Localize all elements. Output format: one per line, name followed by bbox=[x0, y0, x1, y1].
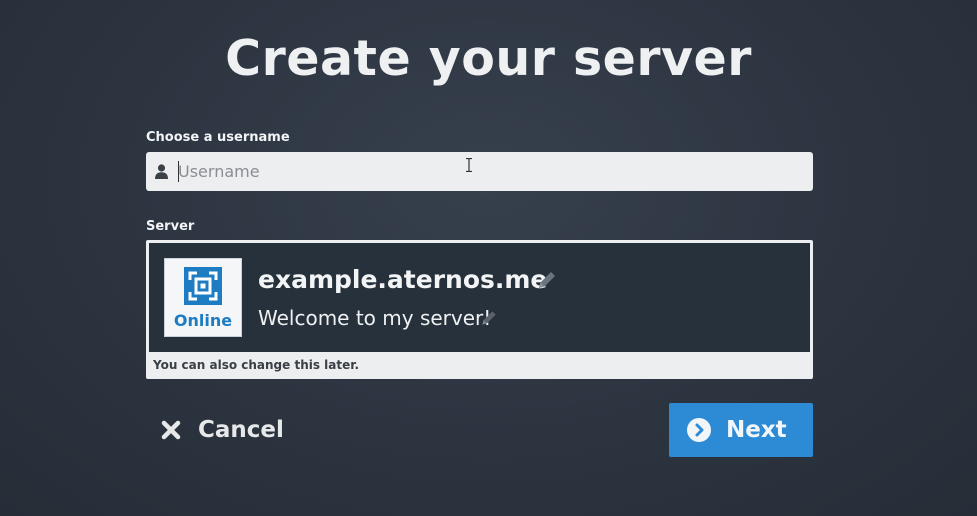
username-field[interactable] bbox=[146, 152, 813, 191]
server-label: Server bbox=[146, 219, 195, 234]
close-icon bbox=[161, 420, 181, 440]
server-address: example.aternos.me bbox=[258, 265, 548, 294]
text-cursor-icon bbox=[466, 158, 472, 172]
server-card: Online example.aternos.me Welcome to my … bbox=[146, 240, 813, 379]
cancel-button-label: Cancel bbox=[198, 417, 284, 443]
edit-motd-pencil-icon[interactable] bbox=[479, 308, 499, 328]
aternos-logo-icon bbox=[184, 267, 222, 305]
chevron-right-circle-icon bbox=[687, 418, 711, 442]
server-icon: Online bbox=[164, 258, 242, 337]
edit-address-pencil-icon[interactable] bbox=[535, 268, 559, 292]
server-status: Online bbox=[173, 311, 233, 330]
user-icon bbox=[155, 164, 168, 179]
username-label: Choose a username bbox=[146, 130, 290, 145]
server-note: You can also change this later. bbox=[153, 358, 360, 372]
username-input[interactable] bbox=[178, 152, 798, 191]
server-card-body: Online example.aternos.me Welcome to my … bbox=[149, 243, 810, 352]
page-title: Create your server bbox=[225, 30, 752, 87]
text-caret bbox=[178, 161, 179, 182]
cancel-button[interactable]: Cancel bbox=[160, 408, 284, 452]
server-motd: Welcome to my server! bbox=[258, 306, 492, 330]
next-button[interactable]: Next bbox=[669, 403, 813, 457]
next-button-label: Next bbox=[726, 417, 787, 443]
